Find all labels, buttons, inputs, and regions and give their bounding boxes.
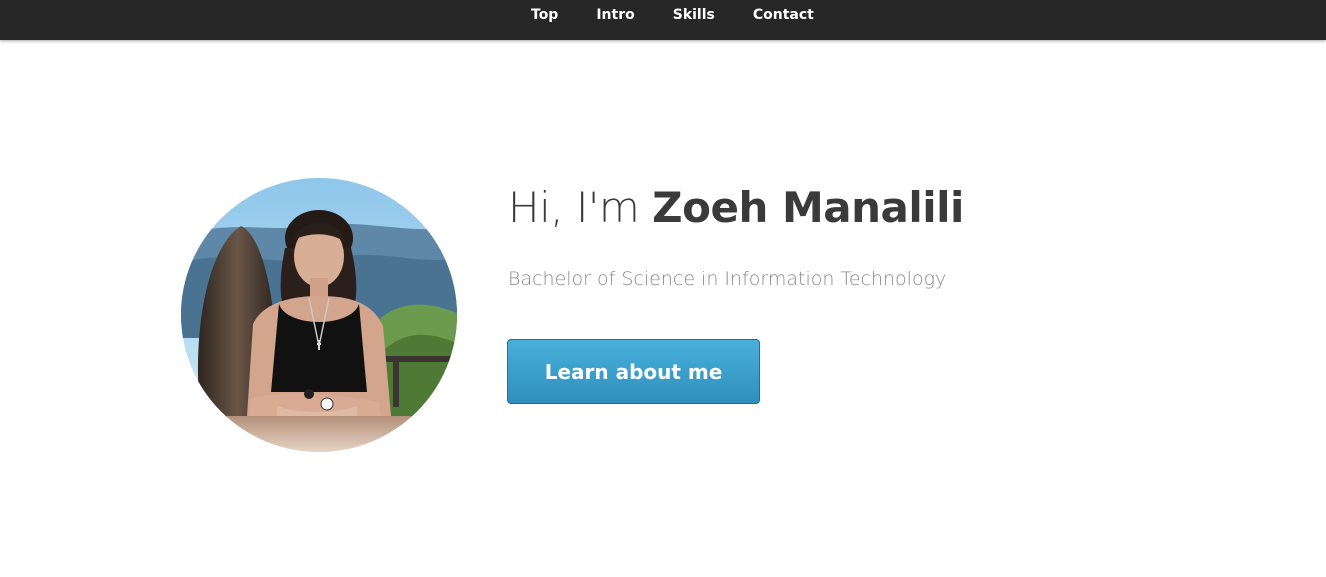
- profile-avatar: [181, 178, 457, 452]
- hero-subtitle: Bachelor of Science in Information Techn…: [508, 268, 947, 290]
- nav-item-skills[interactable]: Skills: [673, 7, 715, 23]
- nav-item-top[interactable]: Top: [531, 7, 558, 23]
- learn-about-me-button[interactable]: Learn about me: [507, 339, 760, 404]
- nav-menu: Top Intro Skills Contact: [512, 0, 814, 30]
- nav-item-contact[interactable]: Contact: [753, 7, 814, 23]
- top-navigation-bar: Top Intro Skills Contact: [0, 0, 1326, 40]
- hero-name: Zoeh Manalili: [652, 183, 964, 232]
- profile-photo-icon: [181, 178, 457, 452]
- nav-item-intro[interactable]: Intro: [596, 7, 634, 23]
- hero-title: Hi, I'm Zoeh Manalili: [508, 180, 964, 236]
- hero-greeting: Hi, I'm: [508, 183, 653, 232]
